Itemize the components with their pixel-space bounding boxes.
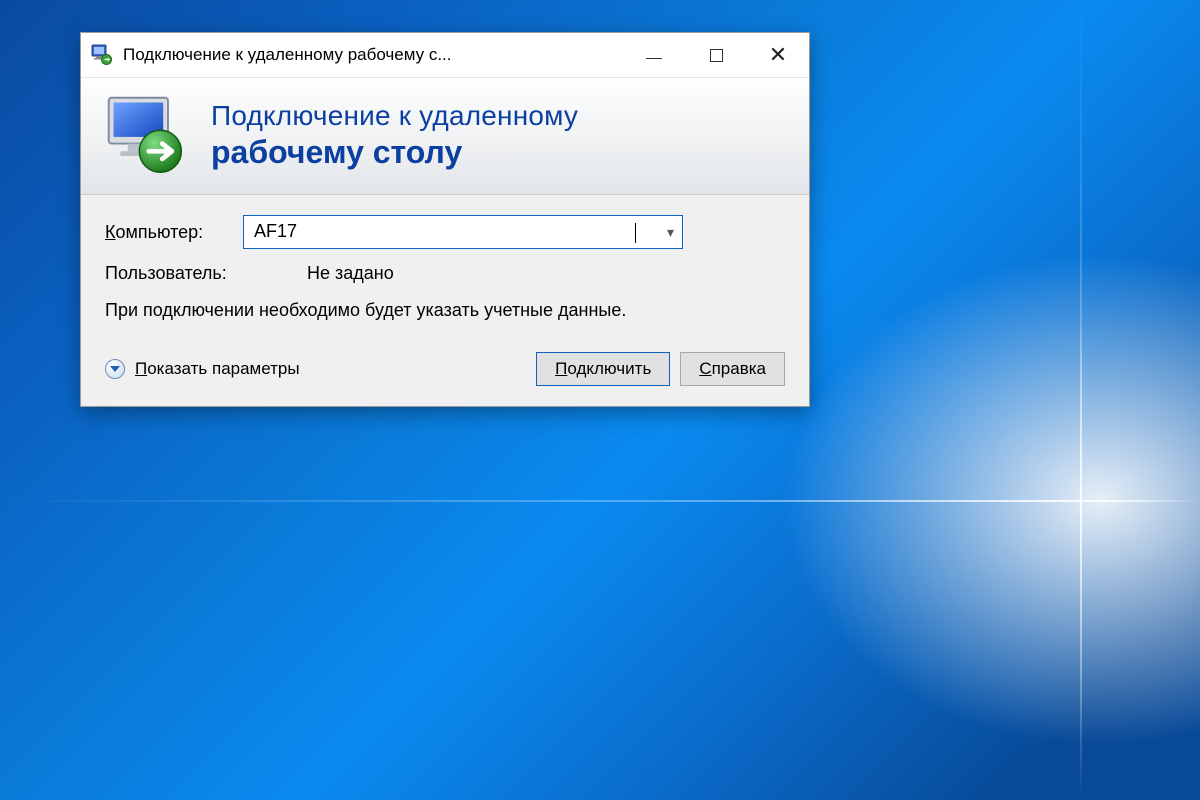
rdc-window: Подключение к удаленному рабочему с... ✕ [80, 32, 810, 407]
computer-input[interactable] [254, 221, 634, 242]
rdc-logo-icon [103, 92, 189, 178]
desktop-background: Подключение к удаленному рабочему с... ✕ [0, 0, 1200, 800]
maximize-button[interactable] [685, 33, 747, 77]
connect-button[interactable]: Подключить [536, 352, 670, 386]
credentials-hint: При подключении необходимо будет указать… [105, 298, 645, 322]
help-button[interactable]: Справка [680, 352, 785, 386]
minimize-button[interactable] [623, 33, 685, 77]
show-options-toggle[interactable]: Показать параметры [105, 359, 526, 379]
chevron-down-icon[interactable]: ▾ [667, 224, 674, 241]
computer-label: Компьютер: [105, 222, 243, 243]
dialog-header: Подключение к удаленному рабочему столу [81, 77, 809, 195]
heading-line2: рабочему столу [211, 134, 578, 171]
user-row: Пользователь: Не задано [105, 263, 785, 284]
computer-row: Компьютер: ▾ [105, 215, 785, 249]
dialog-heading: Подключение к удаленному рабочему столу [211, 100, 578, 171]
window-controls: ✕ [623, 33, 809, 77]
expand-down-icon [105, 359, 125, 379]
user-label: Пользователь: [105, 263, 295, 284]
user-value: Не задано [307, 263, 394, 284]
app-icon [91, 44, 113, 66]
show-options-label: Показать параметры [135, 359, 300, 379]
window-titlebar[interactable]: Подключение к удаленному рабочему с... ✕ [81, 33, 809, 77]
window-title: Подключение к удаленному рабочему с... [123, 45, 452, 65]
dialog-footer: Показать параметры Подключить Справка [105, 352, 785, 386]
heading-line1: Подключение к удаленному [211, 100, 578, 132]
computer-combobox[interactable]: ▾ [243, 215, 683, 249]
dialog-body: Компьютер: ▾ Пользователь: Не задано При… [81, 195, 809, 406]
close-button[interactable]: ✕ [747, 33, 809, 77]
